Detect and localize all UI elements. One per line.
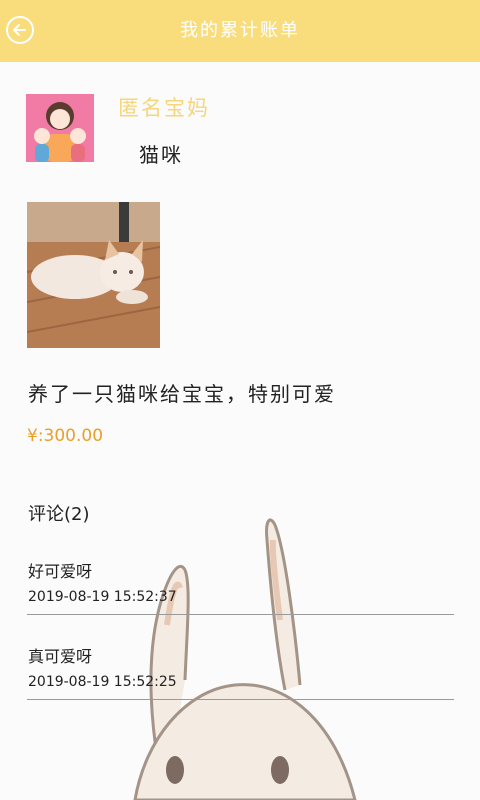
comment-time: 2019-08-19 15:52:37 [28,589,177,605]
divider [27,699,454,700]
bunny-watermark-illustration [133,518,357,800]
pet-name: 猫咪 [139,143,183,167]
top-bar: 我的累计账单 [0,0,480,62]
comment-text: 真可爱呀 [28,647,93,666]
comment-time: 2019-08-19 15:52:25 [28,674,177,690]
comment-text: 好可爱呀 [28,562,93,581]
post-description: 养了一只猫咪给宝宝，特别可爱 [28,382,336,406]
user-avatar[interactable] [26,94,94,162]
comments-title: 评论(2) [28,504,90,525]
divider [27,614,454,615]
post-price: ¥:300.00 [27,426,104,446]
username: 匿名宝妈 [118,96,210,120]
page-title: 我的累计账单 [180,20,300,41]
cat-photo[interactable] [27,202,160,348]
